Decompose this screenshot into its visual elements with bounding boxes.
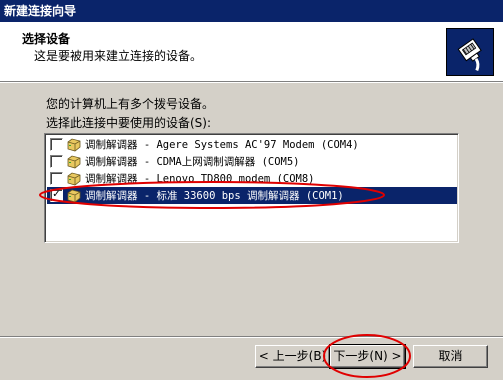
wizard-header: 选择设备 这是要被用来建立连接的设备。 bbox=[0, 22, 503, 82]
device-checkbox-checked[interactable]: ✓ bbox=[50, 189, 63, 202]
intro-text: 您的计算机上有多个拨号设备。 bbox=[46, 97, 215, 111]
device-row[interactable]: 调制解调器 - CDMA上网调制调解器 (COM5) bbox=[47, 153, 457, 170]
header-divider bbox=[0, 82, 503, 83]
window-title: 新建连接向导 bbox=[4, 4, 77, 18]
page-title: 选择设备 bbox=[22, 32, 71, 46]
device-checkbox[interactable] bbox=[50, 155, 63, 168]
cancel-button[interactable]: 取消 bbox=[413, 345, 488, 368]
device-checkbox[interactable] bbox=[50, 138, 63, 151]
modem-icon bbox=[67, 189, 81, 202]
device-listbox[interactable]: 调制解调器 - Agere Systems AC'97 Modem (COM4)… bbox=[44, 133, 459, 243]
modem-icon bbox=[67, 138, 81, 151]
device-row[interactable]: 调制解调器 - Lenovo TD800 modem (COM8) bbox=[47, 170, 457, 187]
device-label: 调制解调器 - Agere Systems AC'97 Modem (COM4) bbox=[85, 139, 359, 151]
page-subtitle: 这是要被用来建立连接的设备。 bbox=[34, 49, 203, 63]
device-row-selected[interactable]: ✓ 调制解调器 - 标准 33600 bps 调制解调器 (COM1) bbox=[47, 187, 457, 204]
button-separator bbox=[0, 336, 503, 338]
device-row[interactable]: 调制解调器 - Agere Systems AC'97 Modem (COM4) bbox=[47, 136, 457, 153]
device-checkbox[interactable] bbox=[50, 172, 63, 185]
modem-icon bbox=[67, 172, 81, 185]
network-cable-icon bbox=[446, 28, 494, 76]
next-button[interactable]: 下一步(N) > bbox=[329, 344, 406, 369]
modem-icon bbox=[67, 155, 81, 168]
device-list-label: 选择此连接中要使用的设备(S): bbox=[46, 116, 212, 130]
window-titlebar: 新建连接向导 bbox=[0, 0, 503, 22]
device-label: 调制解调器 - Lenovo TD800 modem (COM8) bbox=[85, 173, 315, 185]
device-label: 调制解调器 - 标准 33600 bps 调制解调器 (COM1) bbox=[85, 190, 344, 202]
back-button[interactable]: < 上一步(B) bbox=[255, 345, 330, 368]
device-label: 调制解调器 - CDMA上网调制调解器 (COM5) bbox=[85, 156, 300, 168]
